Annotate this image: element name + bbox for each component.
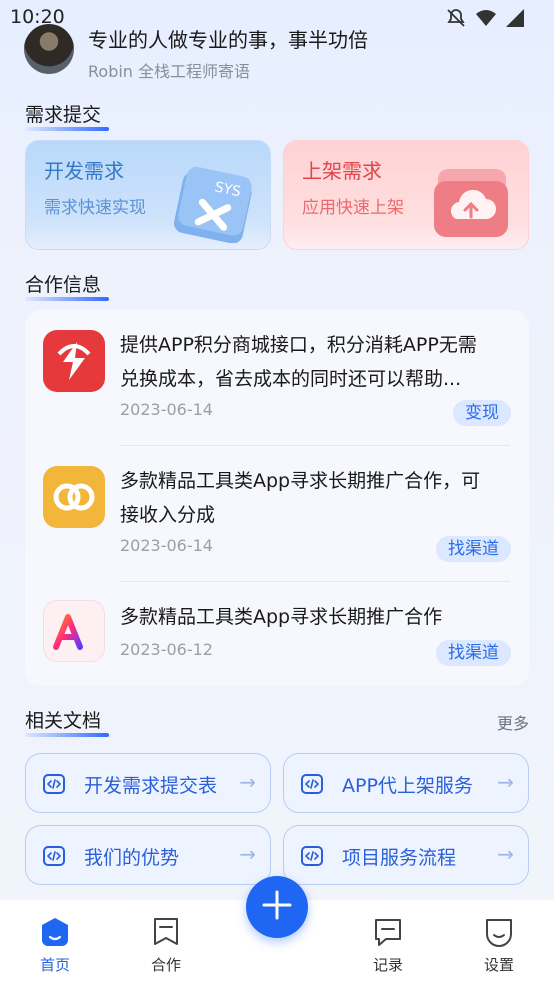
section-title-coop: 合作信息 <box>25 270 110 301</box>
section-title-docs: 相关文档 <box>25 706 110 737</box>
coop-item-text-line1: 多款精品工具类App寻求长期推广合作，可 <box>120 470 481 492</box>
coop-item-tag: 找渠道 <box>436 640 511 666</box>
avatar <box>24 24 74 74</box>
code-file-icon <box>42 844 66 872</box>
tab-coop[interactable]: 合作 <box>131 916 201 975</box>
home-icon <box>39 918 71 952</box>
doc-label: 开发需求提交表 <box>84 775 218 797</box>
coop-item-date: 2023-06-12 <box>120 640 213 659</box>
tab-settings[interactable]: 设置 <box>464 916 534 975</box>
coop-item-text: 提供APP积分商城接口，积分消耗APP无需 兑换成本，省去成本的同时还可以帮助.… <box>120 328 530 396</box>
dev-demand-subtitle: 需求快速实现 <box>44 198 146 218</box>
arrow-right-icon: → <box>497 770 514 794</box>
tab-records[interactable]: 记录 <box>353 916 423 975</box>
tab-records-label: 记录 <box>372 956 403 974</box>
signal-icon <box>506 9 524 31</box>
add-button[interactable] <box>246 876 308 938</box>
notifications-off-icon <box>446 8 466 32</box>
doc-service-process-button[interactable]: 项目服务流程 → <box>283 825 529 885</box>
divider <box>120 445 510 446</box>
doc-app-publish-service-button[interactable]: APP代上架服务 → <box>283 753 529 813</box>
doc-label: 项目服务流程 <box>342 847 457 869</box>
ai-logo-icon <box>43 600 105 662</box>
dev-demand-title: 开发需求 <box>44 159 124 183</box>
wifi-icon <box>476 9 496 31</box>
red-s-logo-icon <box>43 330 105 392</box>
coop-item-text-line1: 多款精品工具类App寻求长期推广合作 <box>120 606 443 628</box>
coop-item-text-line2: 接收入分成 <box>120 504 216 526</box>
plus-icon <box>260 888 294 926</box>
arrow-right-icon: → <box>239 842 256 866</box>
coop-item-text-line1: 提供APP积分商城接口，积分消耗APP无需 <box>120 334 477 356</box>
publish-demand-title: 上架需求 <box>302 159 382 183</box>
coop-item-date: 2023-06-14 <box>120 400 213 419</box>
doc-label: 我们的优势 <box>84 847 180 869</box>
coop-item-date: 2023-06-14 <box>120 536 213 555</box>
publish-demand-subtitle: 应用快速上架 <box>302 198 404 218</box>
doc-dev-demand-form-button[interactable]: 开发需求提交表 → <box>25 753 271 813</box>
arrow-right-icon: → <box>239 770 256 794</box>
divider <box>120 581 510 582</box>
bookmark-icon <box>150 918 182 952</box>
smile-icon <box>483 919 515 952</box>
coop-item-text: 多款精品工具类App寻求长期推广合作，可 接收入分成 <box>120 464 530 532</box>
coop-item-tag: 变现 <box>453 400 511 426</box>
header-slogan: 专业的人做专业的事，事半功倍 <box>88 28 368 52</box>
code-file-icon <box>300 844 324 872</box>
coop-list: 提供APP积分商城接口，积分消耗APP无需 兑换成本，省去成本的同时还可以帮助.… <box>25 310 529 686</box>
coop-item-text-line2: 兑换成本，省去成本的同时还可以帮助... <box>120 368 462 390</box>
orange-link-logo-icon <box>43 466 105 528</box>
doc-our-advantages-button[interactable]: 我们的优势 → <box>25 825 271 885</box>
tab-home-label: 首页 <box>39 956 70 974</box>
code-file-icon <box>42 772 66 800</box>
more-link[interactable]: 更多 <box>497 710 529 734</box>
tab-settings-label: 设置 <box>483 956 514 974</box>
message-icon <box>372 919 404 952</box>
cloud-upload-folder-icon <box>430 159 514 247</box>
coop-item-text: 多款精品工具类App寻求长期推广合作 <box>120 600 530 634</box>
header-author: Robin 全栈工程师寄语 <box>88 62 251 81</box>
status-icons <box>446 8 524 32</box>
tab-home[interactable]: 首页 <box>20 916 90 975</box>
doc-label: APP代上架服务 <box>342 775 473 797</box>
tab-coop-label: 合作 <box>150 956 181 974</box>
coop-item-tag: 找渠道 <box>436 536 511 562</box>
tools-folder-icon: SYS <box>172 159 256 247</box>
arrow-right-icon: → <box>497 842 514 866</box>
section-title-demand: 需求提交 <box>25 100 110 131</box>
publish-demand-card[interactable]: 上架需求 应用快速上架 <box>283 140 529 250</box>
dev-demand-card[interactable]: 开发需求 需求快速实现 SYS <box>25 140 271 250</box>
code-file-icon <box>300 772 324 800</box>
